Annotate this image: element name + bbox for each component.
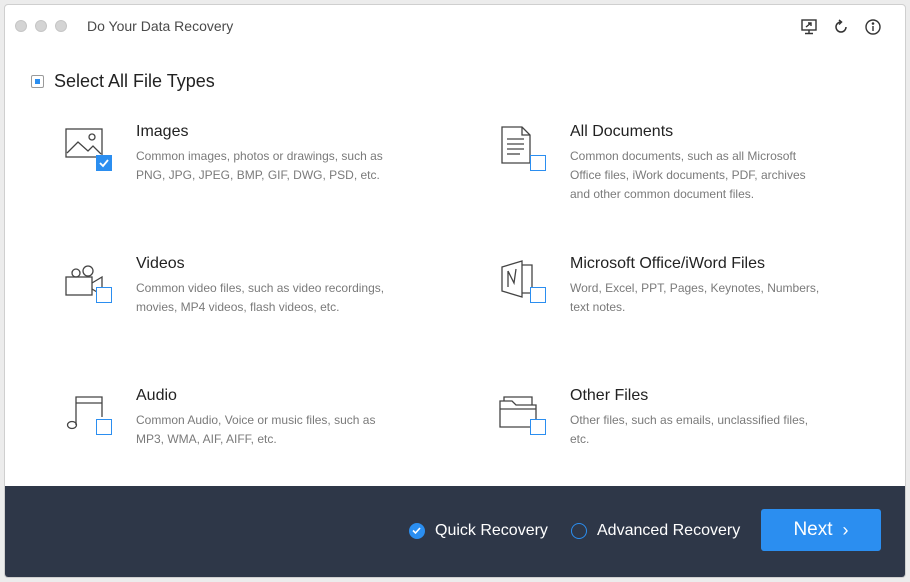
chevron-right-icon: ›	[842, 519, 849, 540]
type-name: Microsoft Office/iWord Files	[570, 255, 766, 272]
file-type-other[interactable]: Other Files Other files, such as emails,…	[496, 387, 836, 477]
file-type-all-documents[interactable]: All Documents Common documents, such as …	[496, 123, 836, 213]
type-description: Common video files, such as video record…	[136, 281, 385, 314]
app-window: Do Your Data Recovery Select All File Ty…	[4, 4, 906, 578]
zoom-window-button[interactable]	[55, 20, 67, 32]
select-all-label: Select All File Types	[54, 71, 215, 91]
type-description: Common documents, such as all Microsoft …	[570, 149, 806, 201]
type-name: All Documents	[570, 123, 674, 140]
quick-recovery-label: Quick Recovery	[435, 522, 548, 539]
other-files-checkbox[interactable]	[530, 419, 546, 435]
next-button[interactable]: Next ›	[761, 509, 881, 551]
type-description: Word, Excel, PPT, Pages, Keynotes, Numbe…	[570, 281, 820, 314]
advanced-recovery-label: Advanced Recovery	[597, 522, 741, 539]
quick-recovery-radio[interactable]	[409, 523, 425, 539]
title-bar: Do Your Data Recovery	[5, 5, 905, 45]
audio-checkbox[interactable]	[96, 419, 112, 435]
close-window-button[interactable]	[15, 20, 27, 32]
next-label: Next	[793, 519, 833, 540]
refresh-icon[interactable]	[832, 18, 850, 36]
type-name: Videos	[136, 255, 185, 272]
type-name: Audio	[136, 387, 177, 404]
screen-icon[interactable]	[800, 18, 818, 36]
file-type-audio[interactable]: Audio Common Audio, Voice or music files…	[62, 387, 402, 477]
all-documents-checkbox[interactable]	[530, 155, 546, 171]
footer-bar: Quick Recovery Advanced Recovery Next ›	[5, 486, 905, 577]
minimize-window-button[interactable]	[35, 20, 47, 32]
quick-recovery-option[interactable]: Quick Recovery	[409, 522, 548, 540]
file-type-videos[interactable]: Videos Common video files, such as video…	[62, 255, 402, 345]
window-title: Do Your Data Recovery	[87, 18, 234, 34]
office-iword-checkbox[interactable]	[530, 287, 546, 303]
type-name: Images	[136, 123, 189, 140]
file-type-images[interactable]: Images Common images, photos or drawings…	[62, 123, 402, 213]
select-all-box[interactable]	[31, 75, 44, 88]
type-description: Other files, such as emails, unclassifie…	[570, 413, 809, 446]
type-name: Other Files	[570, 387, 649, 404]
images-checkbox[interactable]	[96, 155, 112, 171]
select-all-checkbox[interactable]: Select All File Types	[31, 71, 215, 92]
advanced-recovery-radio[interactable]	[571, 523, 587, 539]
type-description: Common images, photos or drawings, such …	[136, 149, 383, 182]
info-icon[interactable]	[864, 18, 882, 36]
advanced-recovery-option[interactable]: Advanced Recovery	[571, 522, 740, 540]
type-description: Common Audio, Voice or music files, such…	[136, 413, 376, 446]
videos-checkbox[interactable]	[96, 287, 112, 303]
file-type-office-iword[interactable]: Microsoft Office/iWord Files Word, Excel…	[496, 255, 836, 345]
